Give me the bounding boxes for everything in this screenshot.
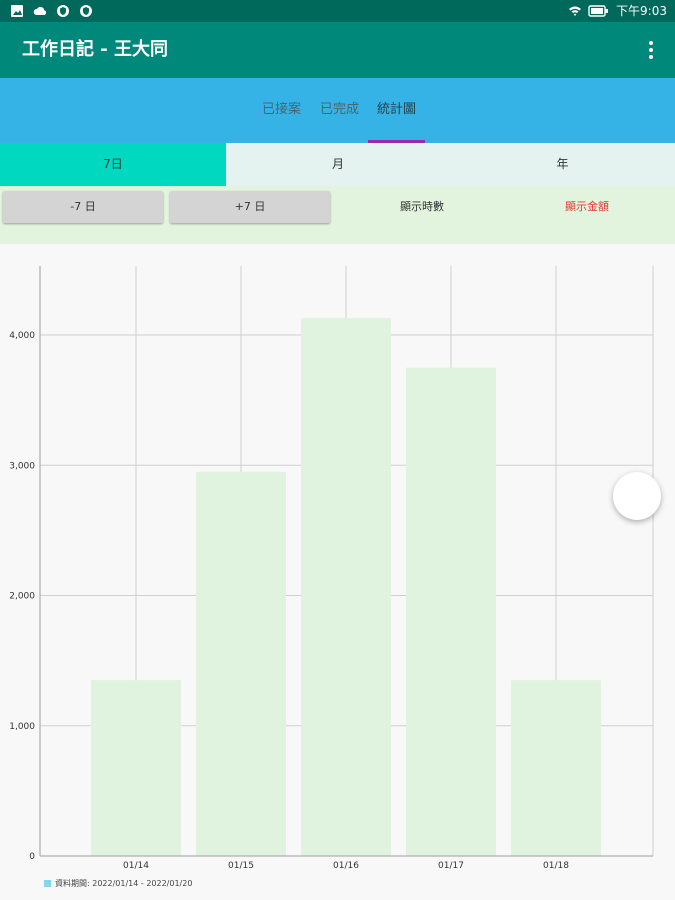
status-bar: 下午9:03	[0, 0, 675, 22]
y-tick-label: 3,000	[9, 461, 35, 471]
tab-statistics[interactable]: 統計圖	[377, 101, 416, 119]
page-title: 工作日記 - 王大同	[22, 39, 169, 60]
period-year[interactable]: 年	[450, 143, 675, 186]
tab-completed[interactable]: 已完成	[320, 101, 359, 119]
show-hours-toggle[interactable]: 顯示時數	[342, 191, 502, 223]
chart-canvas: 0 1,000 2,000 3,000 4,000 01/14 01/15 01/16 01/1…	[9, 266, 654, 871]
x-tick-label: 01/16	[333, 861, 359, 871]
tab-bar: 已接案 已完成 統計圖	[0, 78, 675, 143]
image-icon	[11, 5, 23, 17]
chart-bar	[511, 680, 601, 856]
status-time: 下午9:03	[616, 4, 667, 18]
y-tick-label: 0	[29, 852, 35, 862]
x-tick-label: 01/14	[123, 861, 149, 871]
app-bar: 工作日記 - 王大同	[0, 22, 675, 78]
chart-bar	[406, 367, 496, 856]
battery-icon	[588, 5, 609, 17]
wifi-icon	[569, 6, 582, 16]
shield-icon	[57, 5, 69, 17]
legend-swatch	[44, 880, 51, 887]
y-tick-label: 4,000	[9, 331, 35, 341]
more-vert-icon[interactable]	[647, 40, 655, 60]
chart-controls: -7 日 +7 日 顯示時數 顯示金額	[0, 186, 675, 244]
show-amount-toggle[interactable]: 顯示金額	[502, 191, 672, 223]
chart-legend: 資料期間: 2022/01/14 - 2022/01/20	[44, 878, 192, 889]
x-tick-label: 01/15	[228, 861, 254, 871]
period-month[interactable]: 月	[226, 143, 450, 186]
legend-label: 資料期間: 2022/01/14 - 2022/01/20	[55, 879, 193, 888]
x-tick-label: 01/17	[438, 861, 464, 871]
chart-bar	[301, 318, 391, 856]
y-tick-label: 2,000	[9, 592, 35, 602]
y-tick-label: 1,000	[9, 722, 35, 732]
floating-action-button[interactable]	[613, 472, 661, 520]
chart-bar	[91, 680, 181, 856]
period-7-days[interactable]: 7日	[0, 143, 226, 186]
x-tick-label: 01/18	[543, 861, 569, 871]
tab-accepted[interactable]: 已接案	[262, 101, 301, 119]
prev-7-days-button[interactable]: -7 日	[3, 191, 163, 223]
chart-bar	[196, 471, 286, 856]
period-selector: 7日 月 年	[0, 143, 675, 186]
shield-icon	[80, 5, 92, 17]
next-7-days-button[interactable]: +7 日	[170, 191, 330, 223]
cloud-icon	[33, 6, 47, 15]
bar-chart: 0 1,000 2,000 3,000 4,000 01/14 01/15 01/16 01/1…	[0, 244, 675, 900]
